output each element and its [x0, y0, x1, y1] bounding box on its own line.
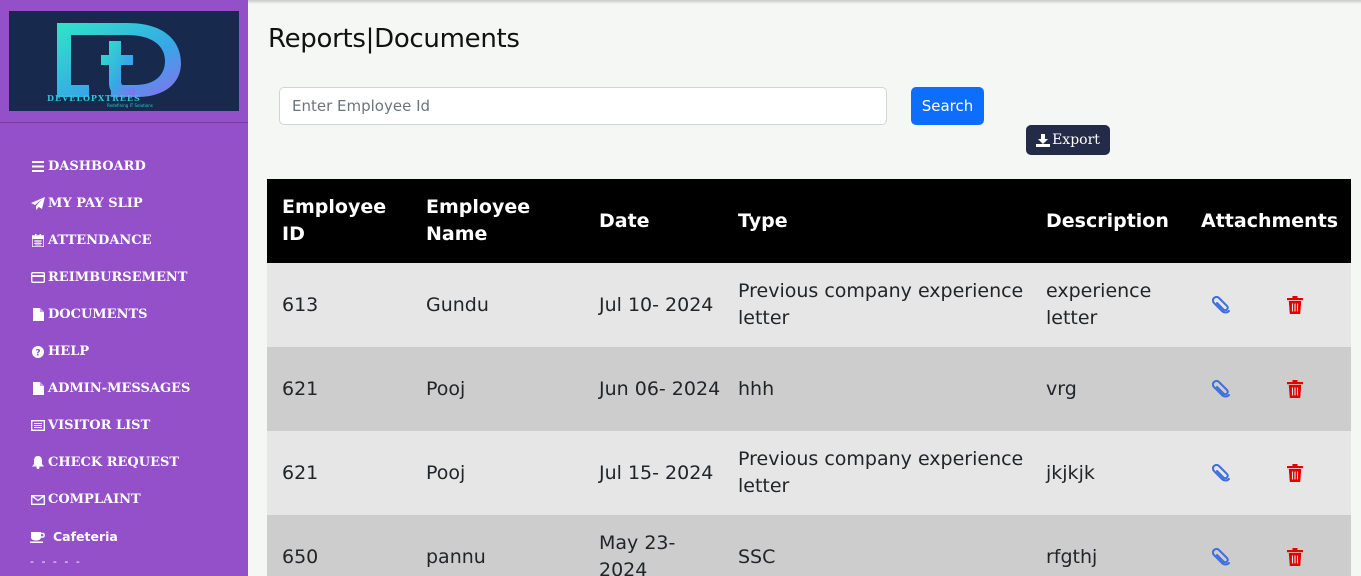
table-row: 621 Pooj Jul 15- 2024 Previous company e… [267, 431, 1351, 515]
sidebar-item-label: DASHBOARD [48, 159, 146, 174]
sidebar-item-label: DOCUMENTS [48, 307, 148, 322]
sidebar-item-help[interactable]: ? HELP [30, 333, 245, 370]
sidebar-item-cafeteria[interactable]: Cafeteria [30, 518, 245, 555]
envelope-icon [30, 493, 46, 507]
cell-employee-id: 613 [282, 293, 319, 316]
cell-date: Jul 10- 2024 [599, 293, 714, 316]
cell-employee-name: Gundu [426, 293, 489, 316]
sidebar-item-visitor-list[interactable]: VISITOR LIST [30, 407, 245, 444]
list-alt-icon [30, 419, 46, 433]
paperclip-icon[interactable] [1212, 547, 1232, 567]
paperclip-icon[interactable] [1212, 463, 1232, 483]
sidebar-item-label: MY PAY SLIP [48, 196, 143, 211]
sidebar-item-label: VISITOR LIST [48, 418, 151, 433]
bell-icon [30, 456, 46, 470]
cell-type: SSC [738, 545, 776, 568]
header-type: Type [738, 209, 788, 232]
cell-employee-name: pannu [426, 545, 486, 568]
sidebar-item-label: COMPLAINT [48, 492, 141, 507]
table-header: Employee ID Employee Name Date Type Desc… [267, 179, 1351, 263]
cell-type: Previous company experience letter [738, 280, 1024, 329]
cell-date: Jul 15- 2024 [599, 461, 714, 484]
cell-attachments [1201, 379, 1351, 399]
paperclip-icon[interactable] [1212, 295, 1232, 315]
cell-attachments [1201, 547, 1351, 567]
sidebar-item-my-pay-slip[interactable]: MY PAY SLIP [30, 185, 245, 222]
cell-date: May 23- 2024 [599, 532, 676, 576]
sidebar-item-reimbursement[interactable]: REIMBURSEMENT [30, 259, 245, 296]
sidebar-item-check-request[interactable]: CHECK REQUEST [30, 444, 245, 481]
file-icon [30, 308, 46, 322]
table-row: 613 Gundu Jul 10- 2024 Previous company … [267, 263, 1351, 347]
coffee-icon [30, 530, 46, 544]
sidebar-item-cutoff: - - - - - [30, 555, 82, 568]
export-button[interactable]: Export [1026, 125, 1110, 155]
header-attachments: Attachments [1201, 209, 1339, 232]
cell-description: rfgthj [1046, 545, 1098, 568]
trash-icon[interactable] [1287, 548, 1305, 566]
logo-text: DEVELOPXTREES [47, 93, 141, 103]
trash-icon[interactable] [1287, 380, 1305, 398]
export-label: Export [1052, 132, 1100, 148]
cell-description: vrg [1046, 377, 1077, 400]
header-employee-id: Employee ID [282, 196, 387, 245]
credit-card-icon [30, 271, 46, 285]
header-date: Date [599, 209, 650, 232]
sidebar-item-label: ADMIN-MESSAGES [48, 381, 191, 396]
sidebar-item-documents[interactable]: DOCUMENTS [30, 296, 245, 333]
svg-text:?: ? [35, 348, 40, 358]
cell-attachments [1201, 295, 1351, 315]
sidebar-item-label: REIMBURSEMENT [48, 270, 188, 285]
search-button[interactable]: Search [911, 87, 984, 125]
paper-plane-icon [30, 197, 46, 211]
cell-employee-name: Pooj [426, 377, 466, 400]
header-description: Description [1046, 209, 1169, 232]
sidebar-item-label: Cafeteria [53, 529, 118, 544]
page-title: Reports|Documents [268, 24, 520, 54]
download-icon [1036, 133, 1052, 147]
sidebar-item-admin-messages[interactable]: ADMIN-MESSAGES [30, 370, 245, 407]
cell-employee-id: 650 [282, 545, 319, 568]
question-circle-icon: ? [30, 345, 46, 359]
sidebar-item-label: HELP [48, 344, 90, 359]
cell-attachments [1201, 463, 1351, 483]
documents-table: Employee ID Employee Name Date Type Desc… [267, 179, 1351, 576]
sidebar-item-attendance[interactable]: ATTENDANCE [30, 222, 245, 259]
cell-employee-id: 621 [282, 461, 319, 484]
cell-type: Previous company experience letter [738, 448, 1024, 497]
cell-type: hhh [738, 377, 775, 400]
cell-employee-id: 621 [282, 377, 319, 400]
logo-tagline: Redefining IT Solutions [107, 103, 153, 108]
cell-date: Jun 06- 2024 [599, 377, 721, 400]
cell-description: jkjkjk [1046, 461, 1095, 484]
table-row: 621 Pooj Jun 06- 2024 hhh vrg [267, 347, 1351, 431]
header-employee-name: Employee Name [426, 196, 531, 245]
file-icon [30, 382, 46, 396]
bars-icon [30, 160, 46, 174]
sidebar: DEVELOPXTREES Redefining IT Solutions DA… [0, 0, 248, 576]
sidebar-divider [0, 122, 248, 123]
paperclip-icon[interactable] [1212, 379, 1232, 399]
sidebar-item-label: ATTENDANCE [48, 233, 152, 248]
sidebar-item-complaint[interactable]: COMPLAINT [30, 481, 245, 518]
calendar-icon [30, 234, 46, 248]
sidebar-item-dashboard[interactable]: DASHBOARD [30, 148, 245, 185]
cell-description: experience letter [1046, 280, 1152, 329]
trash-icon[interactable] [1287, 464, 1305, 482]
sidebar-nav: DASHBOARD MY PAY SLIP ATTENDANCE REIMBUR… [30, 148, 245, 575]
cell-employee-name: Pooj [426, 461, 466, 484]
search-input[interactable] [279, 87, 887, 125]
trash-icon[interactable] [1287, 296, 1305, 314]
top-shadow [248, 0, 1361, 4]
logo: DEVELOPXTREES Redefining IT Solutions [9, 11, 239, 111]
table-row: 650 pannu May 23- 2024 SSC rfgthj [267, 515, 1351, 576]
sidebar-item-label: CHECK REQUEST [48, 455, 180, 470]
